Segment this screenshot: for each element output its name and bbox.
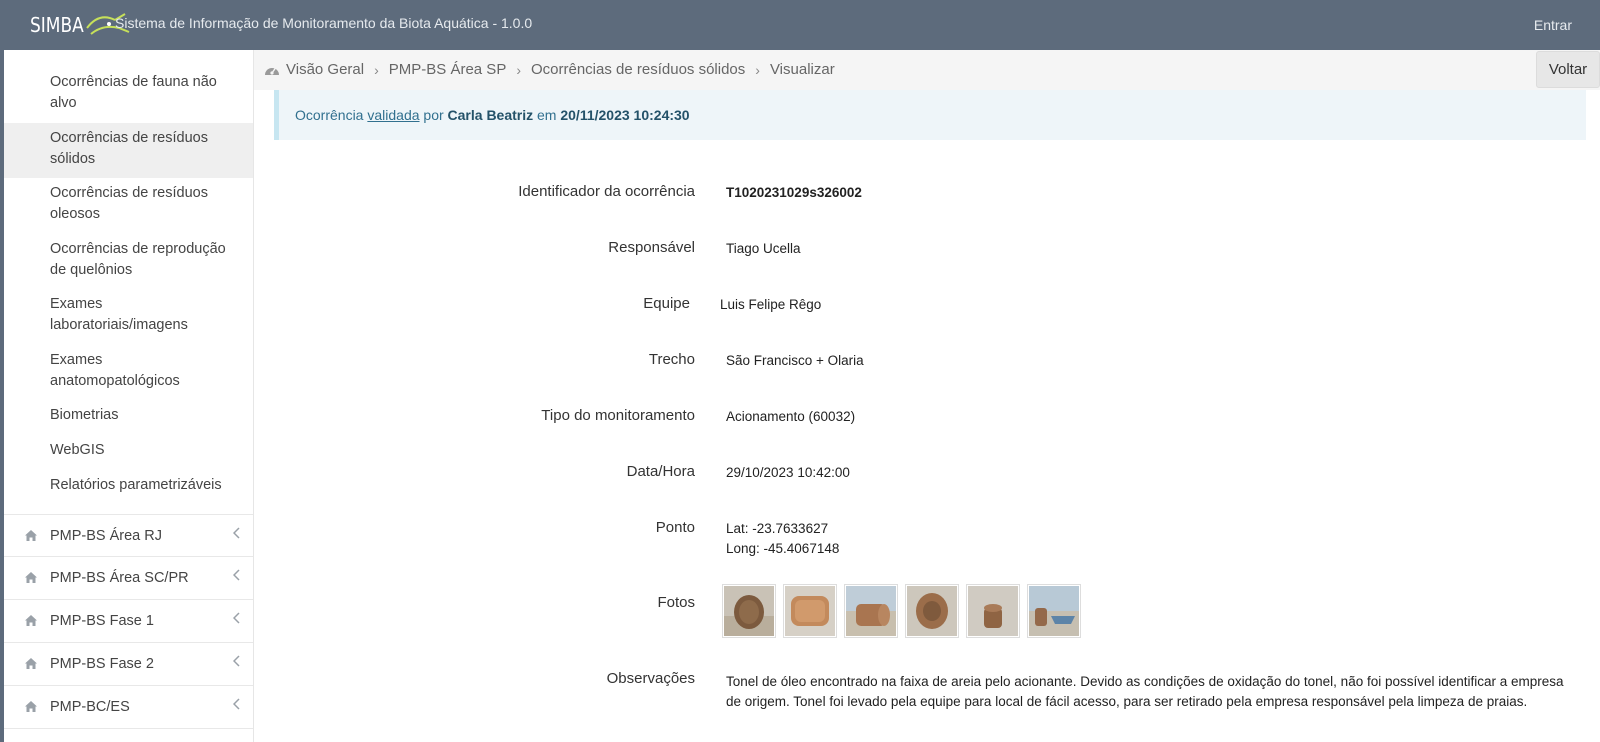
sidebar-item-pmp-bs-fase-2[interactable]: PMP-BS Fase 2 xyxy=(4,643,253,686)
validation-callout: Ocorrência validada por Carla Beatriz em… xyxy=(274,90,1586,140)
photo-gallery xyxy=(722,584,1081,638)
login-link[interactable]: Entrar xyxy=(1534,17,1572,33)
sidebar-item-reproducao-quelonios[interactable]: Ocorrências de reprodução de quelônios xyxy=(4,239,253,281)
chevron-left-icon xyxy=(233,655,240,667)
sidebar-item-coletiva[interactable]: coletiva xyxy=(4,50,253,57)
top-navbar: SIMBA Sistema de Informação de Monitoram… xyxy=(0,0,1600,50)
sidebar-item-pmp-bs-rj[interactable]: PMP-BS Área RJ xyxy=(4,514,253,557)
breadcrumb-link-area-sp[interactable]: PMP-BS Área SP xyxy=(389,61,507,78)
simba-logo[interactable]: SIMBA xyxy=(30,8,130,42)
sidebar-item-relatorios[interactable]: Relatórios parametrizáveis xyxy=(4,475,253,496)
id-value: T1020231029s326002 xyxy=(726,185,862,200)
stretch-value: São Francisco + Olaria xyxy=(726,353,864,368)
photo-thumbnail[interactable] xyxy=(783,584,837,638)
breadcrumb: Visão Geral › PMP-BS Área SP › Ocorrênci… xyxy=(254,50,1600,90)
callout-by: por xyxy=(423,107,444,123)
home-icon xyxy=(25,572,37,583)
sidebar-item-label: anatomopatológicos xyxy=(50,373,180,389)
breadcrumb-link-overview[interactable]: Visão Geral xyxy=(286,61,364,78)
sidebar-item-label: Ocorrências de fauna não xyxy=(50,74,217,90)
photo-thumbnail[interactable] xyxy=(905,584,959,638)
dashboard-icon xyxy=(265,67,279,75)
photo-thumbnail[interactable] xyxy=(722,584,776,638)
responsible-label: Responsável xyxy=(608,239,695,256)
sidebar-item-label: PMP-BC/ES xyxy=(50,699,130,715)
photo-thumbnail[interactable] xyxy=(844,584,898,638)
chevron-left-icon xyxy=(233,612,240,624)
back-button[interactable]: Voltar xyxy=(1536,51,1600,88)
datetime-label: Data/Hora xyxy=(626,463,695,480)
sidebar-item-label: Relatórios parametrizáveis xyxy=(50,477,222,493)
sidebar-item-pmp-bs-fase-1[interactable]: PMP-BS Fase 1 xyxy=(4,600,253,643)
breadcrumb-link-residuos-solidos[interactable]: Ocorrências de resíduos sólidos xyxy=(531,61,745,78)
sidebar-item-label: Ocorrências de reprodução xyxy=(50,241,226,257)
chevron-right-icon: › xyxy=(516,61,521,78)
logo-text: SIMBA xyxy=(30,13,84,37)
team-value: Luis Felipe Rêgo xyxy=(720,297,822,312)
sidebar-item-exames-laboratoriais[interactable]: Exames laboratoriais/imagens xyxy=(4,294,253,336)
sidebar-item-biometrias[interactable]: Biometrias xyxy=(4,405,253,426)
notes-label: Observações xyxy=(606,670,695,687)
callout-at: em xyxy=(537,107,557,123)
sidebar-item-pmp-bs-sc-pr[interactable]: PMP-BS Área SC/PR xyxy=(4,557,253,600)
team-label: Equipe xyxy=(643,295,690,312)
sidebar-item-label: Ocorrências de resíduos xyxy=(50,130,208,146)
home-icon xyxy=(25,658,37,669)
stretch-label: Trecho xyxy=(648,351,695,368)
sidebar-item-label: PMP-BS Fase 1 xyxy=(50,613,154,629)
sidebar-item-label: PMP-BS Área SC/PR xyxy=(50,570,189,586)
validator-name: Carla Beatriz xyxy=(447,107,534,123)
sidebar-item-exames-anatomopatologicos[interactable]: Exames anatomopatológicos xyxy=(4,350,253,392)
latitude-value: Lat: -23.7633627 xyxy=(726,521,829,536)
point-label: Ponto xyxy=(655,519,695,536)
chevron-left-icon xyxy=(233,569,240,581)
sidebar-item-label: coletiva xyxy=(50,50,237,57)
app-title: Sistema de Informação de Monitoramento d… xyxy=(115,15,533,31)
sidebar-item-label: Exames xyxy=(50,352,103,368)
sidebar-item-webgis[interactable]: WebGIS xyxy=(4,440,253,461)
sidebar: coletiva Ocorrências de fauna não alvo O… xyxy=(4,50,254,742)
sidebar-item-residuos-oleosos[interactable]: Ocorrências de resíduos oleosos xyxy=(4,183,253,225)
sidebar-item-label: de quelônios xyxy=(50,262,133,278)
sidebar-item-pmp-bc-es[interactable]: PMP-BC/ES xyxy=(4,686,253,729)
sidebar-item-label: WebGIS xyxy=(50,442,105,458)
responsible-value: Tiago Ucella xyxy=(726,241,801,256)
sidebar-item-label: Exames xyxy=(50,296,103,312)
photo-thumbnail[interactable] xyxy=(1027,584,1081,638)
sidebar-item-label: alvo xyxy=(50,95,77,111)
validation-datetime: 20/11/2023 10:24:30 xyxy=(560,107,690,123)
chevron-left-icon xyxy=(233,527,240,539)
sidebar-item-fauna-nao-alvo[interactable]: Ocorrências de fauna não alvo xyxy=(4,72,253,114)
home-icon xyxy=(25,530,37,541)
validation-status-link[interactable]: validada xyxy=(367,107,419,123)
monitoring-type-value: Acionamento (60032) xyxy=(726,409,856,424)
longitude-value: Long: -45.4067148 xyxy=(726,541,840,556)
datetime-value: 29/10/2023 10:42:00 xyxy=(726,465,850,480)
callout-prefix: Ocorrência xyxy=(295,107,364,123)
sidebar-item-label: Biometrias xyxy=(50,407,119,423)
chevron-right-icon: › xyxy=(374,61,379,78)
chevron-right-icon: › xyxy=(755,61,760,78)
home-icon xyxy=(25,615,37,626)
photo-thumbnail[interactable] xyxy=(966,584,1020,638)
home-icon xyxy=(25,701,37,712)
photos-label: Fotos xyxy=(657,594,695,611)
sidebar-item-label: oleosos xyxy=(50,206,100,222)
sidebar-item-label: laboratoriais/imagens xyxy=(50,317,188,333)
sidebar-item-label: PMP-BS Fase 2 xyxy=(50,656,154,672)
id-label: Identificador da ocorrência xyxy=(518,183,695,200)
sidebar-item-residuos-solidos[interactable]: Ocorrências de resíduos sólidos xyxy=(4,123,253,178)
chevron-left-icon xyxy=(233,698,240,710)
sidebar-item-label: Ocorrências de resíduos xyxy=(50,185,208,201)
monitoring-type-label: Tipo do monitoramento xyxy=(541,407,695,424)
breadcrumb-current: Visualizar xyxy=(769,61,835,78)
sidebar-item-label: sólidos xyxy=(50,151,96,167)
notes-value: Tonel de óleo encontrado na faixa de are… xyxy=(726,674,1564,709)
sidebar-item-label: PMP-BS Área RJ xyxy=(50,528,162,544)
